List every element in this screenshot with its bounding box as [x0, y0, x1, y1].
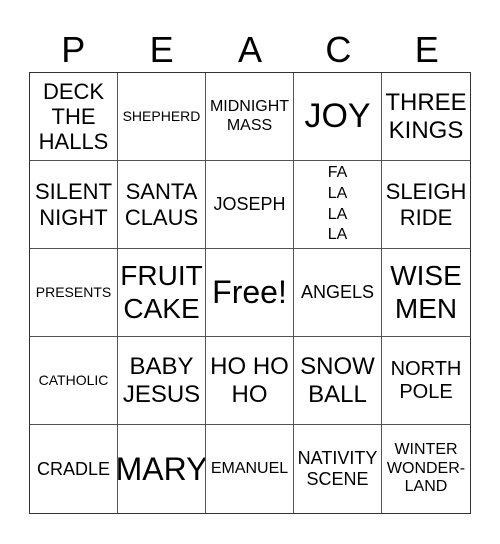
cell-text-line: BALL — [308, 380, 367, 408]
bingo-cell[interactable]: WINTER WONDER- LAND — [382, 425, 470, 513]
cell-text: BABY JESUS — [123, 353, 200, 408]
cell-text: SNOW BALL — [300, 353, 375, 408]
cell-text-line: FA — [327, 163, 348, 181]
cell-text-line: THE — [51, 103, 96, 129]
cell-text-line: SLEIGH — [385, 179, 467, 205]
bingo-cell[interactable]: DECK THE HALLS — [30, 73, 118, 161]
bingo-cell[interactable]: JOY — [294, 73, 382, 161]
cell-text: CRADLE — [36, 458, 111, 479]
free-space[interactable]: Free! — [206, 249, 294, 337]
cell-text: JOSEPH — [213, 194, 286, 215]
header-letter-c: C — [325, 29, 352, 70]
bingo-cell[interactable]: SANTA CLAUS — [118, 161, 206, 249]
cell-text: ANGELS — [300, 282, 375, 303]
cell-text: NATIVITY SCENE — [298, 448, 378, 489]
bingo-cell[interactable]: SNOW BALL — [294, 337, 382, 425]
header-letter-e1: E — [149, 29, 174, 70]
cell-text: FRUIT CAKE — [120, 260, 202, 324]
cell-text: THREE KINGS — [385, 89, 466, 144]
cell-text-line: HALLS — [38, 129, 109, 155]
bingo-cell[interactable]: SILENT NIGHT — [30, 161, 118, 249]
header-letter-e2: E — [414, 29, 439, 70]
cell-text: NORTH POLE — [391, 358, 462, 404]
cell-text: EMANUEL — [210, 459, 289, 477]
cell-text: WINTER WONDER- LAND — [387, 441, 465, 496]
cell-text: MARY — [118, 450, 206, 487]
cell-text: HO HO HO — [210, 353, 289, 408]
cell-text-line: JESUS — [122, 380, 201, 408]
cell-text-line: LAND — [404, 478, 448, 496]
cell-text: DECK THE HALLS — [39, 79, 109, 155]
bingo-cell[interactable]: CATHOLIC — [30, 337, 118, 425]
bingo-cell[interactable]: FRUIT CAKE — [118, 249, 206, 337]
bingo-cell[interactable]: JOSEPH — [206, 161, 294, 249]
cell-text: CATHOLIC — [38, 372, 109, 389]
cell-text-line: WISE — [390, 260, 462, 292]
cell-text: SLEIGH RIDE — [386, 179, 467, 230]
cell-text-line: NIGHT — [39, 204, 108, 230]
cell-text-line: WONDER- — [386, 459, 466, 477]
cell-text-line: SNOW — [300, 352, 375, 380]
cell-text: JOY — [304, 96, 371, 135]
bingo-cell[interactable]: HO HO HO — [206, 337, 294, 425]
cell-text-line: POLE — [399, 380, 453, 403]
cell-text-line: SILENT — [34, 179, 113, 205]
cell-text-line: SANTA — [125, 179, 198, 205]
bingo-cell[interactable]: THREE KINGS — [382, 73, 470, 161]
cell-text-line: SCENE — [306, 469, 369, 489]
bingo-cell[interactable]: MARY — [118, 425, 206, 513]
bingo-cell[interactable]: SHEPHERD — [118, 73, 206, 161]
cell-text-line: RIDE — [399, 204, 453, 230]
cell-text-line: NORTH — [390, 357, 462, 380]
cell-text-line: CAKE — [123, 292, 200, 324]
cell-text-line: NATIVITY — [297, 448, 378, 469]
cell-text: Free! — [212, 274, 287, 311]
cell-text-line: LA — [327, 205, 348, 223]
cell-text-line: DECK — [42, 78, 105, 104]
cell-text-line: CLAUS — [124, 204, 199, 230]
bingo-cell[interactable]: EMANUEL — [206, 425, 294, 513]
bingo-cell[interactable]: MIDNIGHT MASS — [206, 73, 294, 161]
header-letter-p: P — [61, 29, 86, 70]
cell-text-line: HO — [231, 380, 268, 408]
cell-text-line: FRUIT — [120, 260, 203, 292]
cell-text: FA LA LA LA — [328, 163, 348, 246]
bingo-cell[interactable]: PRESENTS — [30, 249, 118, 337]
cell-text: SHEPHERD — [122, 108, 201, 125]
bingo-cell[interactable]: FA LA LA LA — [294, 161, 382, 249]
cell-text-line: KINGS — [388, 116, 464, 144]
cell-text: SILENT NIGHT — [35, 179, 112, 230]
cell-text-line: HO HO — [210, 352, 289, 380]
cell-text-line: WINTER — [394, 441, 458, 459]
cell-text-line: MEN — [394, 292, 458, 324]
cell-text: SANTA CLAUS — [125, 179, 198, 230]
bingo-cell[interactable]: CRADLE — [30, 425, 118, 513]
bingo-grid: DECK THE HALLS SHEPHERD MIDNIGHT MASS JOY T… — [29, 72, 471, 514]
cell-text-line: BABY — [129, 352, 194, 380]
cell-text: MIDNIGHT MASS — [210, 98, 289, 135]
cell-text-line: THREE — [385, 88, 467, 116]
bingo-cell[interactable]: NORTH POLE — [382, 337, 470, 425]
header-letter-a: A — [237, 29, 262, 70]
cell-text: WISE MEN — [390, 260, 462, 324]
cell-text: PRESENTS — [35, 284, 112, 301]
cell-text-line: MIDNIGHT — [209, 98, 290, 116]
bingo-cell[interactable]: WISE MEN — [382, 249, 470, 337]
cell-text-line: MASS — [226, 116, 273, 134]
cell-text-line: LA — [327, 184, 348, 202]
cell-text-line: LA — [327, 226, 348, 244]
bingo-cell[interactable]: ANGELS — [294, 249, 382, 337]
bingo-header: P E A C E — [29, 28, 471, 72]
bingo-cell[interactable]: SLEIGH RIDE — [382, 161, 470, 249]
bingo-cell[interactable]: BABY JESUS — [118, 337, 206, 425]
bingo-cell[interactable]: NATIVITY SCENE — [294, 425, 382, 513]
